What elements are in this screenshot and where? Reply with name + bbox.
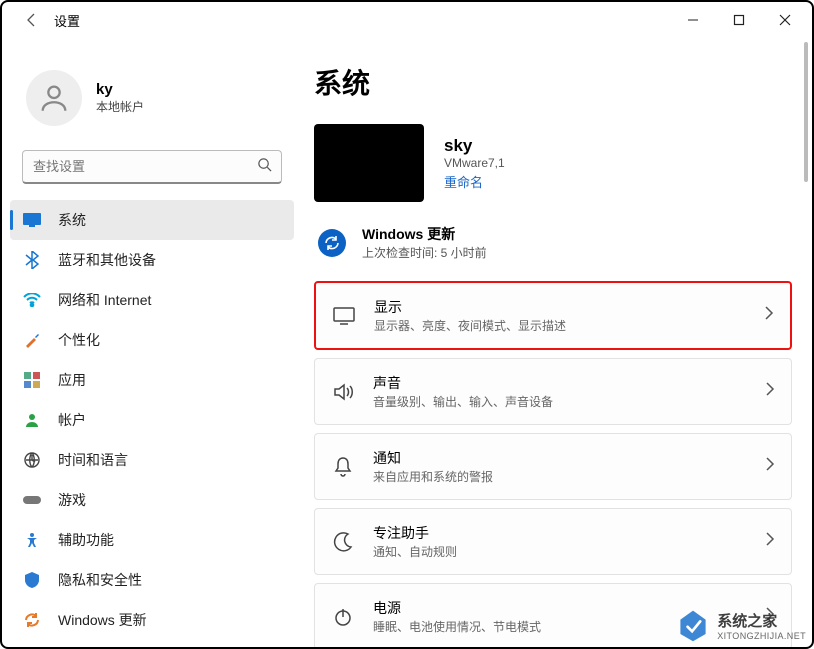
nav-item-label: Windows 更新 xyxy=(58,610,147,630)
account-name: ky xyxy=(96,81,144,98)
nav-item-label: 帐户 xyxy=(58,410,86,430)
nav-list: 系统蓝牙和其他设备网络和 Internet 个性化应用帐户时间和语言游戏辅助功能隐… xyxy=(2,196,302,640)
nav-item-label: 辅助功能 xyxy=(58,530,114,550)
nav-item-label: 网络和 Internet xyxy=(58,290,151,310)
search-input[interactable] xyxy=(22,150,282,184)
apps-icon xyxy=(22,370,42,390)
chevron-right-icon xyxy=(765,382,775,401)
close-button[interactable] xyxy=(762,4,808,36)
update-icon xyxy=(22,610,42,630)
setting-card-sound[interactable]: 声音 音量级别、输出、输入、声音设备 xyxy=(314,358,792,425)
update-subtitle: 上次检查时间: 5 小时前 xyxy=(362,244,487,261)
nav-item-bluetooth[interactable]: 蓝牙和其他设备 xyxy=(10,240,294,280)
update-icon xyxy=(318,229,346,257)
bluetooth-icon xyxy=(22,250,42,270)
watermark-logo xyxy=(675,607,711,643)
timelang-icon xyxy=(22,450,42,470)
account-block[interactable]: ky 本地帐户 xyxy=(2,46,302,150)
nav-item-apps[interactable]: 应用 xyxy=(10,360,294,400)
nav-item-wifi[interactable]: 网络和 Internet xyxy=(10,280,294,320)
window-controls xyxy=(670,4,808,36)
page-title: 系统 xyxy=(314,62,792,102)
card-title: 通知 xyxy=(373,448,747,468)
card-title: 声音 xyxy=(373,373,747,393)
power-icon xyxy=(331,605,355,629)
nav-item-brush[interactable]: 个性化 xyxy=(10,320,294,360)
titlebar: 设置 xyxy=(2,2,812,38)
nav-item-label: 游戏 xyxy=(58,490,86,510)
pc-thumbnail xyxy=(314,124,424,202)
scrollbar[interactable] xyxy=(802,42,808,635)
card-subtitle: 音量级别、输出、输入、声音设备 xyxy=(373,393,747,410)
avatar xyxy=(26,70,82,126)
windows-update-row[interactable]: Windows 更新 上次检查时间: 5 小时前 xyxy=(314,218,792,281)
nav-item-label: 系统 xyxy=(58,210,86,230)
card-title: 显示 xyxy=(374,297,746,317)
pc-info: sky VMware7,1 重命名 xyxy=(314,124,792,202)
chevron-right-icon xyxy=(765,532,775,551)
pc-model: VMware7,1 xyxy=(444,156,505,170)
nav-item-label: 个性化 xyxy=(58,330,100,350)
account-type: 本地帐户 xyxy=(96,98,144,115)
nav-item-label: 应用 xyxy=(58,370,86,390)
nav-item-system[interactable]: 系统 xyxy=(10,200,294,240)
chevron-right-icon xyxy=(764,306,774,325)
rename-link[interactable]: 重命名 xyxy=(444,172,505,191)
bell-icon xyxy=(331,455,355,479)
nav-item-update[interactable]: Windows 更新 xyxy=(10,600,294,640)
update-title: Windows 更新 xyxy=(362,224,487,244)
setting-card-bell[interactable]: 通知 来自应用和系统的警报 xyxy=(314,433,792,500)
display-icon xyxy=(332,304,356,328)
nav-item-label: 蓝牙和其他设备 xyxy=(58,250,156,270)
user-icon xyxy=(22,410,42,430)
watermark-text-en: XITONGZHIJIA.NET xyxy=(717,631,806,641)
card-subtitle: 通知、自动规则 xyxy=(373,543,747,560)
chevron-right-icon xyxy=(765,457,775,476)
nav-item-user[interactable]: 帐户 xyxy=(10,400,294,440)
watermark: 系统之家 XITONGZHIJIA.NET xyxy=(675,607,806,643)
card-title: 专注助手 xyxy=(373,523,747,543)
privacy-icon xyxy=(22,570,42,590)
pc-name: sky xyxy=(444,136,505,156)
brush-icon xyxy=(22,330,42,350)
nav-item-label: 时间和语言 xyxy=(58,450,128,470)
maximize-button[interactable] xyxy=(716,4,762,36)
access-icon xyxy=(22,530,42,550)
nav-item-timelang[interactable]: 时间和语言 xyxy=(10,440,294,480)
nav-item-access[interactable]: 辅助功能 xyxy=(10,520,294,560)
scrollbar-thumb[interactable] xyxy=(804,42,808,182)
system-icon xyxy=(22,210,42,230)
nav-item-privacy[interactable]: 隐私和安全性 xyxy=(10,560,294,600)
games-icon xyxy=(22,490,42,510)
sidebar: ky 本地帐户 系统蓝牙和其他设备网络和 Internet 个性化应用帐户时间和语… xyxy=(2,38,302,647)
search-icon xyxy=(257,157,272,177)
card-subtitle: 显示器、亮度、夜间模式、显示描述 xyxy=(374,317,746,334)
watermark-text-cn: 系统之家 xyxy=(717,610,806,631)
main-content: 系统 sky VMware7,1 重命名 Windows 更新 上次检查时间: … xyxy=(302,38,812,647)
setting-card-focus[interactable]: 专注助手 通知、自动规则 xyxy=(314,508,792,575)
back-button[interactable] xyxy=(22,10,42,30)
card-subtitle: 来自应用和系统的警报 xyxy=(373,468,747,485)
setting-card-display[interactable]: 显示 显示器、亮度、夜间模式、显示描述 xyxy=(314,281,792,350)
nav-item-label: 隐私和安全性 xyxy=(58,570,142,590)
wifi-icon xyxy=(22,290,42,310)
minimize-button[interactable] xyxy=(670,4,716,36)
app-title: 设置 xyxy=(54,11,80,30)
sound-icon xyxy=(331,380,355,404)
focus-icon xyxy=(331,530,355,554)
nav-item-games[interactable]: 游戏 xyxy=(10,480,294,520)
